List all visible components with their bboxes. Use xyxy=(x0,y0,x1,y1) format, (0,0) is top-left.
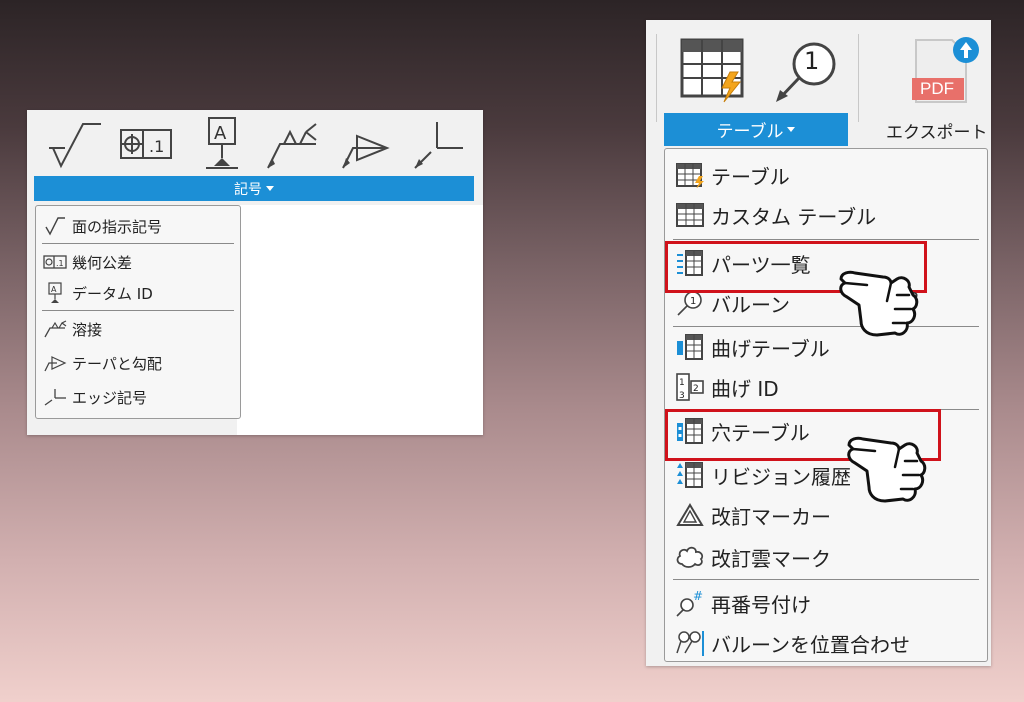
ribbon-separator xyxy=(858,34,859,122)
table-group-label: テーブル xyxy=(716,122,784,142)
svg-text:.1: .1 xyxy=(149,137,164,156)
table-lightning-icon xyxy=(680,38,744,103)
renumber-icon: # xyxy=(673,588,707,618)
menu-item-label: 溶接 xyxy=(72,320,103,339)
bend-id-icon: 1 32 xyxy=(673,372,707,402)
geometric-tolerance-icon: .1 xyxy=(42,251,68,273)
table-group-dropdown[interactable]: テーブル xyxy=(664,113,848,146)
table-panel: 1 PDF テーブル エクスポート テーブル カスタム テーブル パーツ一覧 1… xyxy=(646,20,991,666)
table-dropdown-menu: テーブル カスタム テーブル パーツ一覧 1 バルーン 曲げテーブル 1 3 2… xyxy=(664,148,988,662)
menu-separator xyxy=(673,579,979,580)
svg-text:#: # xyxy=(693,589,703,603)
datum-id-icon[interactable]: A xyxy=(192,114,252,174)
menu-separator xyxy=(673,239,979,240)
menu-item-table[interactable]: テーブル xyxy=(673,157,790,193)
svg-text:2: 2 xyxy=(693,384,699,394)
menu-item-label: 改訂雲マーク xyxy=(711,546,831,571)
bend-table-icon xyxy=(673,332,707,362)
menu-item-label: 曲げテーブル xyxy=(711,336,830,361)
menu-separator xyxy=(42,310,234,311)
menu-item-revision-cloud[interactable]: 改訂雲マーク xyxy=(673,539,831,575)
svg-text:3: 3 xyxy=(679,391,685,401)
menu-item-label: 幾何公差 xyxy=(72,253,133,272)
menu-separator xyxy=(42,243,234,244)
svg-text:A: A xyxy=(51,285,57,294)
menu-item-label: テーブル xyxy=(711,164,790,189)
menu-item-label: 再番号付け xyxy=(711,592,811,617)
menu-item-label: 面の指示記号 xyxy=(72,217,163,236)
svg-text:A: A xyxy=(214,123,227,144)
menu-item-label: データム ID xyxy=(72,284,153,303)
surface-texture-icon xyxy=(42,215,68,237)
svg-text:.1: .1 xyxy=(56,259,64,268)
geometric-tolerance-icon[interactable]: .1 xyxy=(115,114,175,174)
pdf-label: PDF xyxy=(920,79,954,98)
menu-item-revision-history[interactable]: リビジョン履歴 xyxy=(673,457,851,493)
edge-symbol-icon xyxy=(42,386,68,408)
menu-item-edge-symbol[interactable]: エッジ記号 xyxy=(42,384,147,410)
menu-item-geometric-tolerance[interactable]: .1 幾何公差 xyxy=(42,249,132,275)
pointing-hand-icon xyxy=(837,261,921,341)
svg-text:1: 1 xyxy=(679,378,685,388)
menu-item-weld[interactable]: 溶接 xyxy=(42,316,102,342)
menu-item-label: バルーンを位置合わせ xyxy=(711,632,910,657)
table-icon xyxy=(673,160,707,190)
caret-down-icon xyxy=(787,127,796,132)
menu-item-label: テーパと勾配 xyxy=(72,354,162,373)
menu-item-label: カスタム テーブル xyxy=(711,204,877,229)
balloon-ribbon-button[interactable]: 1 xyxy=(772,36,846,106)
menu-item-bend-id[interactable]: 1 32 曲げ ID xyxy=(673,369,779,405)
menu-item-taper-slope[interactable]: テーパと勾配 xyxy=(42,350,162,376)
export-group-label: エクスポート xyxy=(886,123,988,143)
taper-slope-icon xyxy=(42,352,68,374)
menu-item-surface-texture[interactable]: 面の指示記号 xyxy=(42,213,162,239)
menu-item-datum-id[interactable]: A データム ID xyxy=(42,280,153,306)
menu-item-label: 曲げ ID xyxy=(711,376,779,401)
revision-cloud-icon xyxy=(673,542,707,572)
taper-slope-icon[interactable] xyxy=(335,114,395,174)
menu-item-custom-table[interactable]: カスタム テーブル xyxy=(673,197,876,233)
weld-icon[interactable] xyxy=(262,114,322,174)
menu-item-bend-table[interactable]: 曲げテーブル xyxy=(673,329,830,365)
menu-item-label: リビジョン履歴 xyxy=(711,464,851,489)
custom-table-icon xyxy=(673,200,707,230)
menu-separator xyxy=(673,326,979,327)
balloon-number: 1 xyxy=(804,47,820,75)
symbols-dropdown-menu: 面の指示記号 .1 幾何公差 A データム ID 溶接 テーパと勾配 エッジ記号 xyxy=(35,205,241,419)
caret-down-icon xyxy=(266,186,274,191)
edge-symbol-icon[interactable] xyxy=(407,114,467,174)
symbols-group-label: 記号 xyxy=(234,181,262,198)
export-pdf-button[interactable]: PDF xyxy=(908,36,988,108)
surface-texture-icon[interactable] xyxy=(45,114,105,174)
symbols-group-dropdown[interactable]: 記号 xyxy=(34,176,474,201)
menu-item-label: 改訂マーカー xyxy=(711,504,831,529)
menu-item-revision-marker[interactable]: 改訂マーカー xyxy=(673,497,831,533)
datum-id-icon: A xyxy=(42,282,68,304)
symbols-ribbon: .1 A xyxy=(27,110,477,176)
table-ribbon-button[interactable] xyxy=(676,34,752,106)
menu-item-label: エッジ記号 xyxy=(72,388,148,407)
weld-icon xyxy=(42,318,68,340)
ribbon-separator xyxy=(656,34,657,122)
align-balloons-icon xyxy=(673,628,707,658)
pointing-hand-icon xyxy=(845,427,933,509)
menu-item-align-balloons[interactable]: バルーンを位置合わせ xyxy=(673,625,910,661)
svg-text:1: 1 xyxy=(690,296,696,307)
symbols-panel: .1 A 記号 面の指示記号 .1 幾何公差 A データム ID 溶接 テーパと… xyxy=(27,110,483,435)
revision-marker-icon xyxy=(673,500,707,530)
revision-history-icon xyxy=(673,460,707,490)
menu-item-renumber[interactable]: # 再番号付け xyxy=(673,585,811,621)
panel-background xyxy=(237,205,483,435)
